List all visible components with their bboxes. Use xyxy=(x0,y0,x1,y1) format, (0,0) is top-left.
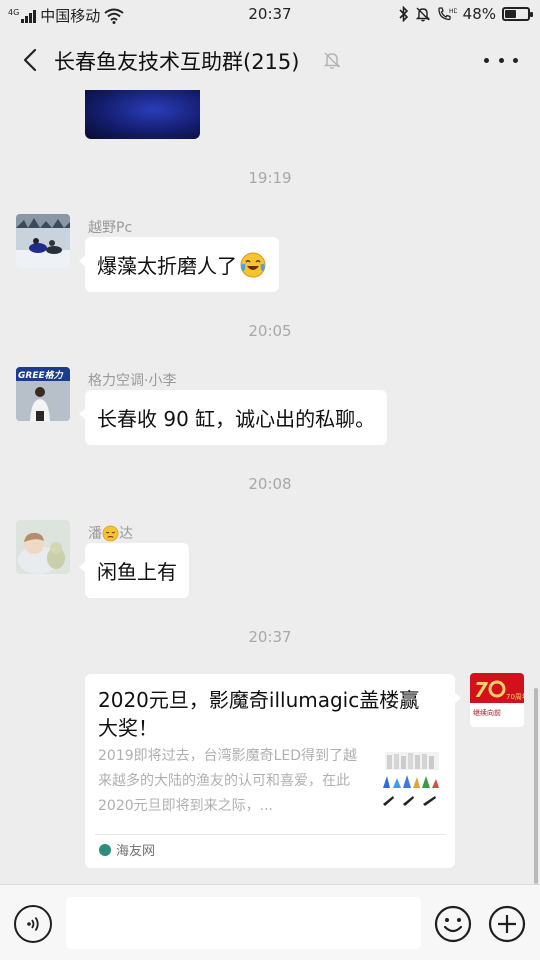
snowmobile-photo-icon xyxy=(16,214,70,268)
back-chevron-icon xyxy=(23,48,37,72)
mute-bell-icon xyxy=(415,7,430,22)
message-bubble[interactable]: 闲鱼上有 xyxy=(79,543,189,598)
pensive-emoji-icon xyxy=(102,525,119,541)
chat-title: 长春鱼友技术互助群(215) xyxy=(54,50,300,74)
sender-name: 格力空调·小李 xyxy=(88,373,177,389)
gree-logo-text: GREE格力 xyxy=(18,370,64,381)
battery-percent: 48% xyxy=(462,5,496,23)
back-button[interactable] xyxy=(12,42,48,78)
70th-anniversary-avatar-icon: 7 70周年 继续向前 xyxy=(470,673,524,727)
message-text: 爆藻太折磨人了 xyxy=(97,254,237,278)
sender-name-part2: 达 xyxy=(119,526,133,542)
input-bar xyxy=(0,884,540,960)
svg-text:7: 7 xyxy=(474,678,488,702)
link-card-message[interactable]: 2020元旦，影魔奇illumagic盖楼赢大奖！ 2019即将过去，台湾影魔奇… xyxy=(85,674,461,868)
message-input[interactable] xyxy=(66,897,421,949)
status-right: HD 48% xyxy=(399,5,533,23)
gree-avatar-icon: GREE格力 xyxy=(16,367,70,421)
timestamp: 20:05 xyxy=(248,322,292,340)
led-spectrum-thumbnail-icon xyxy=(379,746,443,810)
link-card-source-name: 海友网 xyxy=(116,844,156,859)
svg-text:HD: HD xyxy=(449,8,457,15)
source-logo-icon xyxy=(99,843,111,856)
scrollbar[interactable] xyxy=(534,688,538,884)
mute-bell-icon xyxy=(323,52,341,69)
emoji-icon[interactable] xyxy=(434,905,472,943)
message-text: 长春收 90 缸，诚心出的私聊。 xyxy=(97,407,376,431)
image-message[interactable] xyxy=(85,90,200,139)
status-bar: 4G 中国移动 20:37 HD 48% xyxy=(0,0,540,30)
battery-fill xyxy=(505,10,516,18)
message-bubble[interactable]: 长春收 90 缸，诚心出的私聊。 xyxy=(78,390,388,445)
hd-call-icon: HD xyxy=(438,7,457,21)
timestamp: 20:08 xyxy=(248,475,292,493)
voice-input-button[interactable] xyxy=(14,905,52,943)
avatar-text-top: 70周年 xyxy=(506,692,524,701)
bluetooth-icon xyxy=(399,6,408,22)
sender-name: 潘 达 xyxy=(88,523,133,543)
sender-name-part1: 潘 xyxy=(88,526,102,542)
voice-icon xyxy=(27,916,39,932)
link-card-divider xyxy=(95,834,445,835)
more-dots-icon xyxy=(484,57,489,63)
avatar[interactable] xyxy=(16,520,70,574)
timestamp: 20:37 xyxy=(248,628,292,646)
message-text: 闲鱼上有 xyxy=(97,560,177,584)
avatar[interactable] xyxy=(16,214,70,268)
link-card-source: 海友网 xyxy=(99,840,155,859)
battery-icon xyxy=(502,7,533,21)
more-options-button[interactable] xyxy=(484,48,518,72)
baby-photo-icon xyxy=(16,520,70,574)
sender-name: 越野Pc xyxy=(88,220,133,236)
plus-icon[interactable] xyxy=(488,905,526,943)
chat-message-list[interactable]: 19:19 越野Pc 爆藻太折磨人了 20:05 GREE格力 格力空调·小李 … xyxy=(0,90,540,884)
message-bubble[interactable]: 爆藻太折磨人了 xyxy=(79,237,279,292)
avatar-text-bottom: 继续向前 xyxy=(473,708,501,717)
crying-laughing-emoji-icon xyxy=(240,252,266,277)
nav-bar: 长春鱼友技术互助群(215) xyxy=(0,30,540,90)
link-card-description: 2019即将过去，台湾影魔奇LED得到了越来越多的大陆的渔友的认可和喜爱，在此2… xyxy=(98,748,358,814)
link-card-title: 2020元旦，影魔奇illumagic盖楼赢大奖！ xyxy=(98,688,420,740)
timestamp: 19:19 xyxy=(248,169,292,187)
my-avatar[interactable]: 7 70周年 继续向前 xyxy=(470,673,524,727)
avatar[interactable]: GREE格力 xyxy=(16,367,70,421)
